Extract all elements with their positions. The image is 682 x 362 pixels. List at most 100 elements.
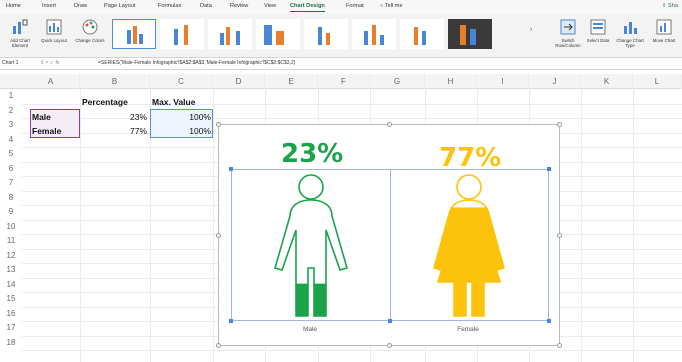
move-chart-label: Move Chart <box>652 38 676 43</box>
tab-page-layout[interactable]: Page Layout <box>104 3 135 9</box>
chart-style-7[interactable] <box>400 19 444 49</box>
quick-layout-button[interactable]: Quick Layout <box>38 18 70 56</box>
chart-style-8[interactable] <box>448 19 492 49</box>
column-header-b[interactable]: B <box>80 74 150 89</box>
cancel-icon[interactable]: × <box>46 60 49 66</box>
row-header-9[interactable]: 9 <box>0 207 22 216</box>
chart-style-3[interactable] <box>208 19 252 49</box>
column-header-c[interactable]: C <box>150 74 213 89</box>
chart-style-2[interactable] <box>160 19 204 49</box>
column-gridline <box>633 89 634 362</box>
tab-format[interactable]: Format <box>346 3 364 9</box>
gallery-more-icon[interactable]: › <box>530 26 532 33</box>
chart-style-6[interactable] <box>352 19 396 49</box>
formula-input[interactable]: =SERIES('Male-Female Infographic'!$A$2:$… <box>98 60 295 66</box>
row-header-5[interactable]: 5 <box>0 149 22 158</box>
figure-layer <box>274 174 505 317</box>
ribbon-tab-bar: Home Insert Draw Page Layout Formulas Da… <box>0 0 682 14</box>
enter-icon[interactable]: ✓ <box>50 60 54 66</box>
row-header-6[interactable]: 6 <box>0 164 22 173</box>
row-header-17[interactable]: 17 <box>0 323 22 332</box>
share-button[interactable]: ⇪ Sha <box>662 3 678 9</box>
chart-style-4[interactable] <box>256 19 300 49</box>
row-header-4[interactable]: 4 <box>0 135 22 144</box>
resize-handle-top[interactable] <box>387 122 392 127</box>
cell-male-label[interactable]: Male <box>32 110 51 124</box>
tab-insert[interactable]: Insert <box>42 3 56 9</box>
row-header-12[interactable]: 12 <box>0 251 22 260</box>
tab-tell-me[interactable]: ○ Tell me <box>380 3 403 9</box>
column-header-l[interactable]: L <box>633 74 682 89</box>
column-header-i[interactable]: I <box>477 74 529 89</box>
column-header-g[interactable]: G <box>370 74 425 89</box>
cell-male-max[interactable]: 100% <box>150 110 211 124</box>
header-percentage[interactable]: Percentage <box>82 95 128 109</box>
chart-style-5[interactable] <box>304 19 348 49</box>
row-header-15[interactable]: 15 <box>0 294 22 303</box>
row-header-7[interactable]: 7 <box>0 178 22 187</box>
column-header-f[interactable]: F <box>318 74 370 89</box>
row-header-11[interactable]: 11 <box>0 236 22 245</box>
row-header-13[interactable]: 13 <box>0 265 22 274</box>
header-max-value[interactable]: Max. Value <box>152 95 195 109</box>
tab-view[interactable]: View <box>264 3 276 9</box>
lightbulb-icon: ○ <box>380 3 384 9</box>
column-header-d[interactable]: D <box>213 74 265 89</box>
cell-female-max[interactable]: 100% <box>150 124 211 138</box>
row-header-14[interactable]: 14 <box>0 280 22 289</box>
stepper-icon[interactable]: ⇕ <box>40 60 44 66</box>
row-header-10[interactable]: 10 <box>0 222 22 231</box>
category-label-male: Male <box>302 326 318 333</box>
cell-male-percentage[interactable]: 23% <box>80 110 147 124</box>
switch-row-column-icon <box>560 19 576 35</box>
row-header-1[interactable]: 1 <box>0 91 22 100</box>
female-figure-fill <box>434 207 504 316</box>
infographic-chart[interactable]: 23% 77% Male Female <box>216 122 562 348</box>
tab-tell-me-label: Tell me <box>384 3 403 9</box>
switch-row-column-button[interactable]: Switch Row/Column <box>552 18 584 56</box>
column-header-h[interactable]: H <box>425 74 477 89</box>
column-header-j[interactable]: J <box>529 74 581 89</box>
chart-style-1[interactable] <box>112 19 156 49</box>
male-figure-outline <box>274 174 348 317</box>
move-chart-icon <box>656 19 672 35</box>
tab-data[interactable]: Data <box>200 3 212 9</box>
tab-chart-design[interactable]: Chart Design <box>290 3 325 12</box>
resize-handle-bottom-right[interactable] <box>557 343 562 348</box>
resize-handle-bottom[interactable] <box>387 343 392 348</box>
row-header-2[interactable]: 2 <box>0 106 22 115</box>
resize-handle-top-right[interactable] <box>557 122 562 127</box>
formula-bar-icons: ⇕ × ✓ fx <box>40 60 59 66</box>
row-header-8[interactable]: 8 <box>0 193 22 202</box>
select-data-button[interactable]: Select Data <box>582 18 614 56</box>
column-gridline <box>213 89 214 362</box>
move-chart-button[interactable]: Move Chart <box>648 18 680 56</box>
add-chart-element-button[interactable]: Add Chart Element <box>4 18 36 56</box>
quick-layout-icon <box>46 19 62 35</box>
column-header-a[interactable]: A <box>22 74 80 89</box>
row-header-3[interactable]: 3 <box>0 120 22 129</box>
plot-area[interactable] <box>229 167 551 323</box>
change-chart-type-icon <box>624 22 637 34</box>
resize-handle-left[interactable] <box>216 233 221 238</box>
row-header-18[interactable]: 18 <box>0 338 22 347</box>
resize-handle-right[interactable] <box>557 233 562 238</box>
column-header-e[interactable]: E <box>265 74 318 89</box>
resize-handle-bottom-left[interactable] <box>216 343 221 348</box>
fx-icon[interactable]: fx <box>56 60 60 66</box>
name-box[interactable]: Chart 1 <box>2 60 32 68</box>
tab-formulas[interactable]: Formulas <box>158 3 181 9</box>
add-chart-element-icon <box>13 19 28 34</box>
row-header-16[interactable]: 16 <box>0 309 22 318</box>
cell-female-label[interactable]: Female <box>32 124 61 138</box>
resize-handle-top-left[interactable] <box>216 122 221 127</box>
column-header-k[interactable]: K <box>581 74 633 89</box>
change-chart-type-button[interactable]: Change Chart Type <box>614 18 646 56</box>
cell-female-percentage[interactable]: 77% <box>80 124 147 138</box>
share-label: Sha <box>668 3 678 9</box>
tab-review[interactable]: Review <box>230 3 248 9</box>
tab-home[interactable]: Home <box>6 3 21 9</box>
row-gridline <box>22 350 682 351</box>
change-colors-button[interactable]: Change Colors <box>74 18 106 56</box>
tab-draw[interactable]: Draw <box>74 3 87 9</box>
